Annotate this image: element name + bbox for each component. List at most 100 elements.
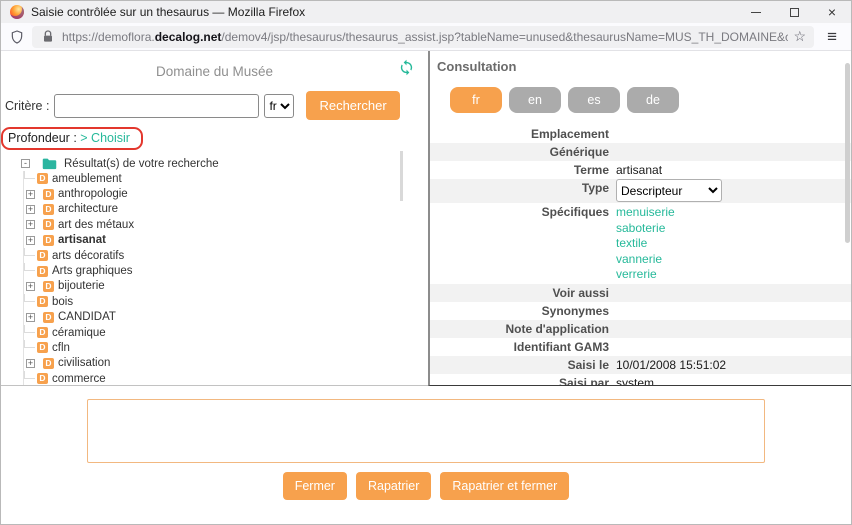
type-select[interactable]: Descripteur (616, 179, 722, 202)
folder-icon (42, 157, 57, 170)
expand-icon[interactable]: + (26, 313, 35, 322)
descriptor-icon: D (37, 296, 48, 307)
descriptor-icon: D (43, 219, 54, 230)
right-scrollbar-thumb[interactable] (845, 63, 850, 243)
url-field[interactable]: https://demoflora.decalog.net/demov4/jsp… (32, 26, 814, 48)
language-select[interactable]: fr (264, 94, 294, 118)
fermer-button[interactable]: Fermer (283, 472, 347, 500)
detail-row-label: Identifiant GAM3 (430, 340, 614, 355)
term-link[interactable]: textile (616, 236, 675, 252)
refresh-icon[interactable] (398, 59, 415, 76)
main-content: Domaine du Musée Critère : fr Rechercher… (1, 51, 851, 386)
lang-tabs: frenesde (450, 87, 851, 113)
minimize-button[interactable] (737, 1, 775, 23)
maximize-icon (790, 8, 799, 17)
detail-row-value (614, 127, 616, 142)
term-link[interactable]: vannerie (616, 252, 675, 268)
detail-row: Termeartisanat (430, 161, 851, 179)
expand-icon[interactable]: + (26, 359, 35, 368)
tree-item[interactable]: Dbois (24, 294, 428, 309)
tree-item[interactable]: +Darchitecture (24, 202, 428, 217)
tree-item[interactable]: Dcfln (24, 340, 428, 355)
tree-item[interactable]: Dameublement (24, 171, 428, 186)
tree-item[interactable]: +Danthropologie (24, 186, 428, 201)
tree-item-label[interactable]: commerce (52, 373, 106, 385)
left-scrollbar-thumb[interactable] (400, 151, 403, 201)
criteria-input[interactable] (54, 94, 259, 118)
results-tree: - Résultat(s) de votre recherche Dameubl… (1, 156, 428, 386)
expand-icon[interactable]: + (26, 205, 35, 214)
detail-row: Saisi parsystem (430, 374, 851, 387)
rapatrier-button[interactable]: Rapatrier (356, 472, 431, 500)
search-button[interactable]: Rechercher (306, 91, 399, 120)
tree-item[interactable]: + Dcivilisation (24, 356, 428, 371)
footer-area: Fermer Rapatrier Rapatrier et fermer (1, 386, 851, 524)
descriptor-icon: D (43, 358, 54, 369)
detail-row-label: Emplacement (430, 127, 614, 142)
window-controls: × (737, 1, 851, 23)
tree-connector (24, 248, 35, 256)
tree-item[interactable]: +DCANDIDAT (24, 310, 428, 325)
term-link[interactable]: verrerie (616, 267, 675, 283)
bookmark-star-icon[interactable]: ☆ (794, 28, 807, 45)
detail-row-value: menuiseriesaboterietextilevannerieverrer… (614, 205, 675, 283)
detail-row: Synonymes (430, 302, 851, 320)
tree-item-label[interactable]: art des métaux (58, 219, 134, 231)
detail-row: Voir aussi (430, 284, 851, 302)
term-link[interactable]: menuiserie (616, 205, 675, 221)
tree-item-label[interactable]: artisanat (58, 234, 106, 246)
tree-item[interactable]: Darts décoratifs (24, 248, 428, 263)
tree-children: Dameublement+Danthropologie+Darchitectur… (23, 171, 428, 386)
hamburger-menu-icon[interactable]: ≡ (821, 27, 843, 47)
tab-en[interactable]: en (509, 87, 561, 113)
detail-row-value (614, 304, 616, 319)
detail-row-label: Synonymes (430, 304, 614, 319)
tree-item[interactable]: DArts graphiques (24, 263, 428, 278)
tree-item-label[interactable]: Arts graphiques (52, 265, 133, 277)
close-button[interactable]: × (813, 1, 851, 23)
window-title: Saisie contrôlée sur un thesaurus — Mozi… (31, 5, 305, 19)
tree-item-label[interactable]: civilisation (58, 357, 110, 369)
lock-icon[interactable] (40, 29, 56, 45)
tree-connector (24, 294, 35, 302)
detail-row: Note d'application (430, 320, 851, 338)
expand-icon[interactable]: + (26, 282, 35, 291)
tab-de[interactable]: de (627, 87, 679, 113)
tree-item-label[interactable]: céramique (52, 327, 106, 339)
descriptor-icon: D (43, 235, 54, 246)
tree-item-label[interactable]: ameublement (52, 173, 122, 185)
thesaurus-title: Domaine du Musée (1, 64, 428, 79)
tree-item[interactable]: Dcéramique (24, 325, 428, 340)
tree-item[interactable]: + Dartisanat (24, 233, 428, 248)
detail-row: Spécifiquesmenuiseriesaboterietextilevan… (430, 203, 851, 284)
detail-row-label: Note d'application (430, 322, 614, 337)
maximize-button[interactable] (775, 1, 813, 23)
thesaurus-search-panel: Domaine du Musée Critère : fr Rechercher… (1, 51, 428, 386)
tab-es[interactable]: es (568, 87, 620, 113)
term-detail-rows: EmplacementGénériqueTermeartisanatTypeDe… (430, 125, 851, 386)
detail-row-label: Type (430, 181, 614, 202)
expand-icon[interactable]: + (26, 190, 35, 199)
detail-row-value (614, 286, 616, 301)
tree-item[interactable]: Dcommerce (24, 371, 428, 386)
tree-item[interactable]: +Dbijouterie (24, 279, 428, 294)
term-link[interactable]: saboterie (616, 221, 675, 237)
tree-item-label[interactable]: bijouterie (58, 280, 105, 292)
tree-item-label[interactable]: bois (52, 296, 73, 308)
tree-item-label[interactable]: anthropologie (58, 188, 128, 200)
tree-item-label[interactable]: arts décoratifs (52, 250, 124, 262)
tab-fr[interactable]: fr (450, 87, 502, 113)
shield-icon[interactable] (9, 29, 25, 45)
tree-item-label[interactable]: cfln (52, 342, 70, 354)
expand-icon[interactable]: + (26, 220, 35, 229)
depth-choose-link[interactable]: > Choisir (80, 131, 130, 145)
detail-row-value (614, 322, 616, 337)
tree-item-label[interactable]: CANDIDAT (58, 311, 116, 323)
collapse-icon[interactable]: - (21, 159, 30, 168)
tree-item-label[interactable]: architecture (58, 203, 118, 215)
expand-icon[interactable]: + (26, 236, 35, 245)
rapatrier-et-fermer-button[interactable]: Rapatrier et fermer (440, 472, 569, 500)
tree-item[interactable]: + Dart des métaux (24, 217, 428, 232)
transfer-textarea[interactable] (87, 399, 765, 463)
depth-label: Profondeur : (8, 131, 77, 145)
